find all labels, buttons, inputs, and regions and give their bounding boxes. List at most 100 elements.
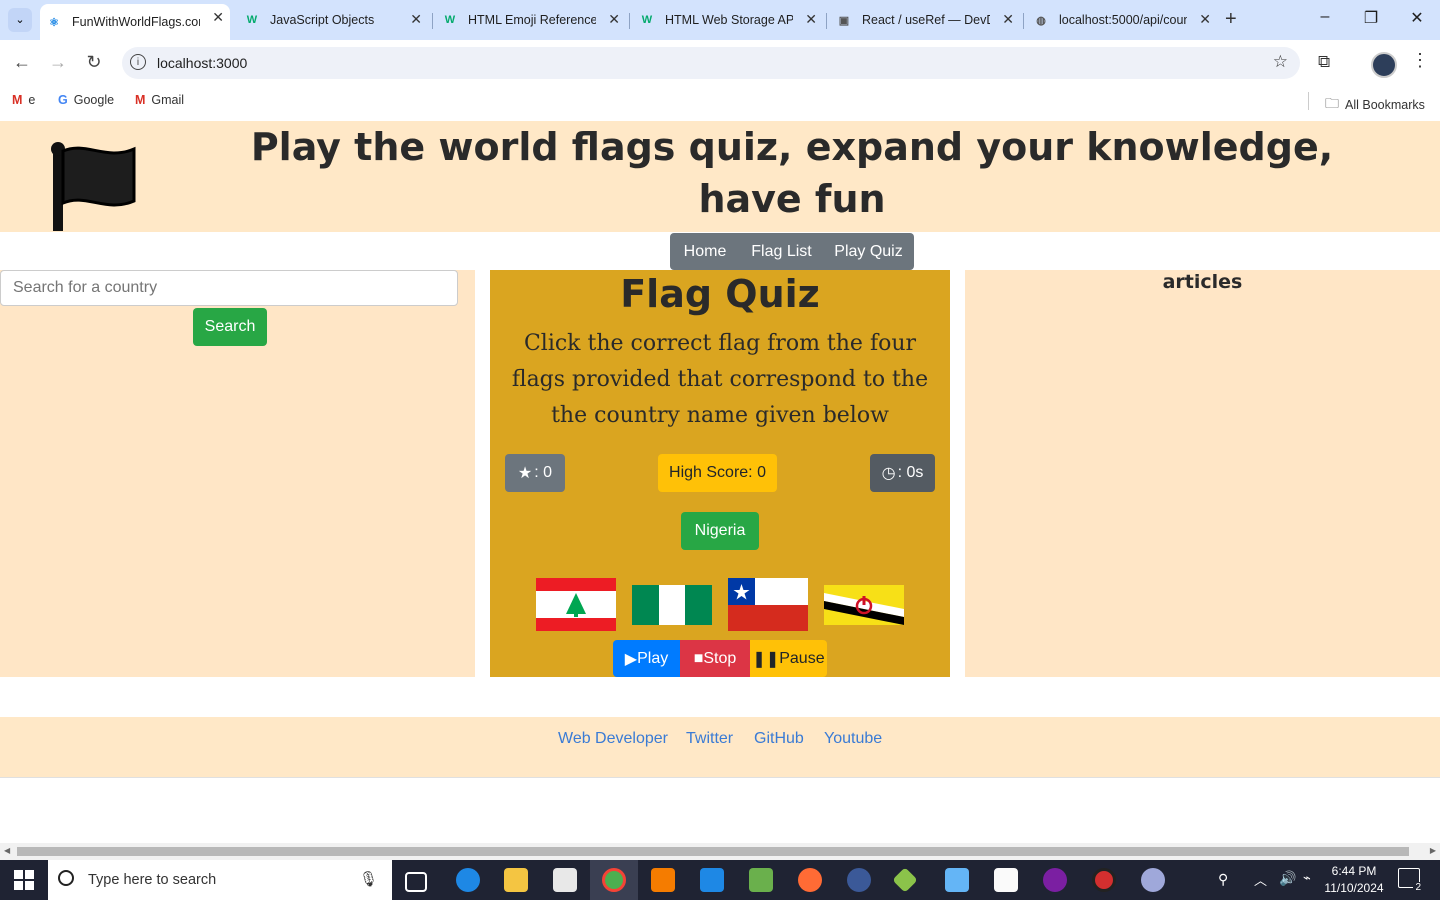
flag-option-chile[interactable] <box>728 578 808 631</box>
restore-icon[interactable]: ❐ <box>1359 8 1383 28</box>
tab-html-emoji-reference[interactable]: W HTML Emoji Reference ✕ <box>436 6 626 34</box>
back-icon[interactable]: ← <box>10 52 34 73</box>
footer-link-github[interactable]: GitHub <box>754 730 804 748</box>
nav-flag-list[interactable]: Flag List <box>740 233 823 270</box>
clock-time[interactable]: 6:44 PM <box>1322 864 1386 878</box>
tab-title: HTML Emoji Reference <box>468 13 596 27</box>
more-menu-icon[interactable]: ⋮ <box>1411 50 1429 71</box>
globe-icon: ◍ <box>1036 14 1046 27</box>
bookmark-gmail[interactable]: M Gmail <box>135 93 184 107</box>
postman-icon[interactable] <box>798 868 822 892</box>
bookmarks-divider <box>1308 92 1309 110</box>
vscode-icon[interactable] <box>700 868 724 892</box>
site-info-icon[interactable]: i <box>130 54 146 70</box>
people-icon[interactable]: ⚲ <box>1218 871 1228 888</box>
notification-icon[interactable]: 2 <box>1398 868 1423 893</box>
reload-icon[interactable]: ↻ <box>82 52 106 73</box>
task-view-icon[interactable] <box>405 872 427 892</box>
flag-option-lebanon[interactable] <box>536 578 616 631</box>
close-icon[interactable]: ✕ <box>212 9 224 26</box>
windows-start-icon[interactable] <box>14 870 34 890</box>
bookmark-gmail-short[interactable]: M e <box>12 93 35 107</box>
gmail-icon: M <box>135 93 146 107</box>
stop-icon: ■ <box>693 649 704 667</box>
tab-separator <box>826 13 827 29</box>
chrome-icon[interactable] <box>602 868 626 892</box>
pause-icon: ❚❚ <box>752 650 780 668</box>
play-button[interactable]: ▶ Play <box>613 640 680 677</box>
address-bar[interactable]: i localhost:3000 ☆ <box>122 47 1300 79</box>
search-icon <box>58 870 74 886</box>
taskbar-search-box[interactable]: Type here to search 🎙 <box>48 860 392 900</box>
clock-date[interactable]: 11/10/2024 <box>1322 881 1386 895</box>
high-score-badge: High Score: 0 <box>658 454 777 492</box>
store-icon[interactable] <box>553 868 577 892</box>
articles-panel <box>965 270 1440 677</box>
quiz-description: Click the correct flag from the four fla… <box>511 331 929 428</box>
recorder-icon[interactable] <box>1092 868 1116 892</box>
microphone-icon[interactable]: 🎙 <box>359 870 378 888</box>
pdf-icon[interactable] <box>994 868 1018 892</box>
tab-react-useref-devdocs[interactable]: ▣ React / useRef — DevDocs ✕ <box>830 6 1020 34</box>
tab-title: JavaScript Objects <box>270 13 375 27</box>
search-input[interactable] <box>0 270 458 306</box>
bookmark-label: e <box>28 93 36 107</box>
scroll-left-icon[interactable]: ◀ <box>4 846 10 855</box>
browser-tab-strip: ⌄ ⚛ FunWithWorldFlags.com ✕ W JavaScript… <box>0 0 1440 40</box>
flag-option-nigeria[interactable] <box>632 585 712 625</box>
scroll-right-icon[interactable]: ▶ <box>1430 846 1436 855</box>
close-icon[interactable]: ✕ <box>1199 11 1211 28</box>
tab-title: HTML Web Storage API <box>665 13 793 27</box>
w3schools-icon: W <box>641 14 653 26</box>
minimize-icon[interactable]: – <box>1313 8 1337 26</box>
tab-title: FunWithWorldFlags.com <box>72 15 200 29</box>
close-icon[interactable]: ✕ <box>410 11 422 28</box>
bookmark-google[interactable]: G Google <box>58 93 114 107</box>
horizontal-scrollbar[interactable]: ◀ ▶ <box>0 843 1440 860</box>
edge-icon[interactable] <box>456 868 480 892</box>
forward-icon[interactable]: → <box>46 52 70 73</box>
bookmarks-bar: M e G Google M Gmail 🗀 All Bookmarks <box>0 86 1440 120</box>
scrollbar-thumb[interactable] <box>17 847 1409 856</box>
close-icon[interactable]: ✕ <box>608 11 620 28</box>
tab-separator <box>1023 13 1024 29</box>
network-icon[interactable]: ⌁ <box>1303 870 1311 886</box>
tab-funwithworldflags[interactable]: ⚛ FunWithWorldFlags.com ✕ <box>40 4 230 40</box>
xampp-icon[interactable] <box>651 868 675 892</box>
file-explorer-icon[interactable] <box>504 868 528 892</box>
all-bookmarks[interactable]: 🗀 All Bookmarks <box>1325 93 1425 117</box>
close-icon[interactable]: ✕ <box>805 11 817 28</box>
close-icon[interactable]: ✕ <box>1002 11 1014 28</box>
flag-option-brunei[interactable] <box>824 585 904 625</box>
tab-localhost-api-countries[interactable]: ◍ localhost:5000/api/countries ✕ <box>1027 6 1217 34</box>
clock-icon: ◷ <box>881 465 896 482</box>
volume-icon[interactable]: 🔊 <box>1279 870 1296 887</box>
play-label: Play <box>637 649 669 667</box>
search-button[interactable]: Search <box>193 308 267 346</box>
paint-icon[interactable] <box>1141 868 1165 892</box>
mail-icon[interactable] <box>945 868 969 892</box>
footer-link-twitter[interactable]: Twitter <box>686 730 733 748</box>
bookmark-star-icon[interactable]: ☆ <box>1273 52 1288 72</box>
footer-link-web-developer[interactable]: Web Developer <box>558 730 668 748</box>
star-icon: ★ <box>517 465 533 482</box>
w3schools-icon: W <box>444 14 456 26</box>
avatar[interactable] <box>1371 52 1397 78</box>
window-close-icon[interactable]: ✕ <box>1405 8 1429 28</box>
stop-button[interactable]: ■ Stop <box>680 640 750 677</box>
pause-button[interactable]: ❚❚ Pause <box>750 640 827 677</box>
gimp-icon[interactable] <box>847 868 871 892</box>
tab-search-chevron-icon[interactable]: ⌄ <box>8 8 32 32</box>
page-header: Play the world flags quiz, expand your k… <box>0 121 1440 232</box>
notepad-icon[interactable] <box>749 868 773 892</box>
new-tab-button[interactable]: + <box>1225 8 1237 31</box>
nav-home[interactable]: Home <box>670 233 740 270</box>
footer-link-youtube[interactable]: Youtube <box>824 730 882 748</box>
tab-html-web-storage-api[interactable]: W HTML Web Storage API ✕ <box>633 6 823 34</box>
nav-play-quiz[interactable]: Play Quiz <box>823 233 914 270</box>
extensions-icon[interactable]: ⧉ <box>1318 52 1330 72</box>
url-text[interactable]: localhost:3000 <box>157 55 247 71</box>
tray-chevron-icon[interactable]: ︿ <box>1254 870 1267 889</box>
tor-icon[interactable] <box>1043 868 1067 892</box>
tab-javascript-objects[interactable]: W JavaScript Objects ✕ <box>238 6 428 34</box>
